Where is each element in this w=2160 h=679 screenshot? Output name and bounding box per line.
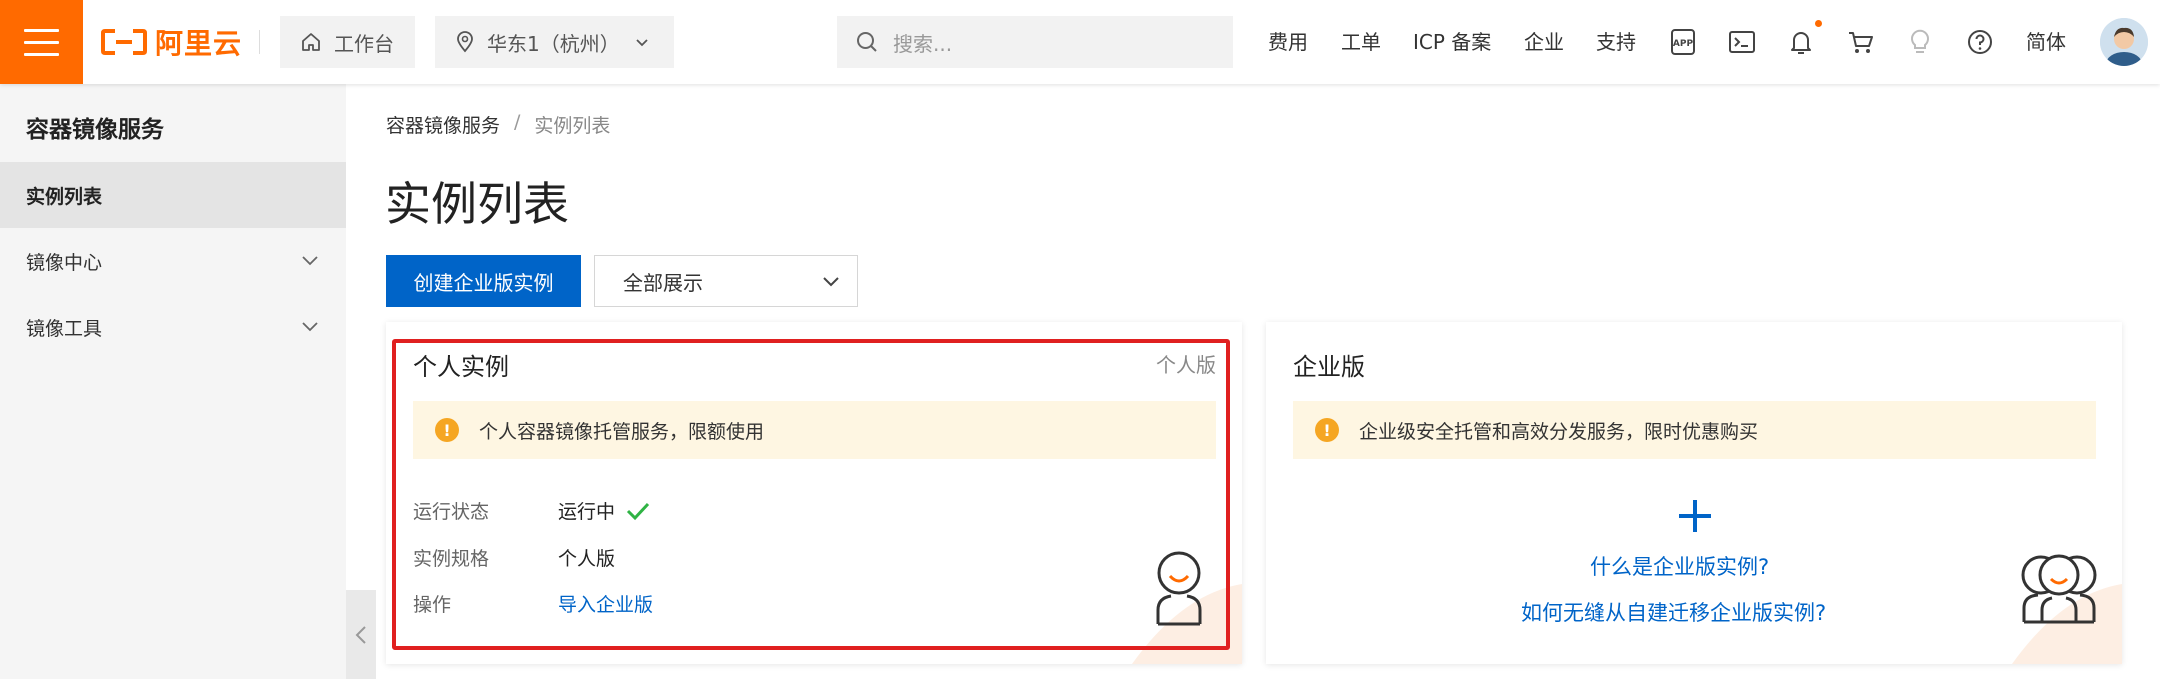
- spec-value: 个人版: [558, 548, 616, 570]
- nav-enterprise[interactable]: 企业: [1524, 26, 1564, 55]
- filter-select[interactable]: 全部展示: [594, 255, 858, 307]
- filter-select-value: 全部展示: [623, 270, 703, 295]
- search-placeholder: 搜索...: [893, 31, 953, 56]
- region-label: 华东1（杭州）: [487, 31, 620, 56]
- breadcrumb-separator: /: [514, 111, 521, 133]
- svg-text:APP: APP: [1673, 39, 1694, 49]
- cart-icon[interactable]: [1846, 27, 1876, 57]
- personal-mascot-icon: [1156, 551, 1202, 626]
- breadcrumb-current: 实例列表: [534, 115, 611, 137]
- logo-text: 阿里云: [155, 27, 243, 60]
- personal-instance-card[interactable]: 个人实例 个人版 ! 个人容器镜像托管服务，限额使用 运行状态 运行中 实例规格…: [386, 322, 1242, 664]
- aliyun-logo[interactable]: 阿里云: [101, 22, 242, 62]
- language-switch[interactable]: 简体: [2026, 26, 2066, 55]
- sidebar: 容器镜像服务 实例列表 镜像中心 镜像工具: [0, 84, 346, 679]
- enterprise-mascot-icon: [2021, 554, 2097, 624]
- help-icon[interactable]: [1965, 27, 1995, 57]
- menu-icon[interactable]: [0, 0, 83, 84]
- user-avatar-icon: [2100, 18, 2148, 66]
- nav-tickets[interactable]: 工单: [1341, 26, 1381, 55]
- breadcrumb-parent[interactable]: 容器镜像服务: [386, 111, 500, 138]
- app-icon[interactable]: APP: [1668, 27, 1698, 57]
- status-value: 运行中: [558, 497, 651, 524]
- notice-text: 个人容器镜像托管服务，限额使用: [479, 420, 765, 443]
- notification-badge: [1815, 20, 1822, 27]
- avatar[interactable]: [2100, 18, 2148, 66]
- chevron-down-icon: [823, 277, 839, 287]
- sidebar-item-image-tools[interactable]: 镜像工具: [0, 294, 346, 360]
- action-key: 操作: [413, 594, 452, 616]
- migrate-enterprise-link[interactable]: 如何无缝从自建迁移企业版实例?: [1521, 597, 1826, 627]
- page-title: 实例列表: [385, 177, 569, 231]
- chevron-down-icon: [302, 256, 318, 266]
- chevron-down-icon: [302, 322, 318, 332]
- notice-text: 企业级安全托管和高效分发服务，限时优惠购买: [1359, 420, 1759, 443]
- sidebar-item-label: 实例列表: [26, 185, 103, 208]
- search-icon: [857, 32, 877, 52]
- region-selector[interactable]: 华东1（杭州）: [435, 16, 674, 68]
- breadcrumb: 容器镜像服务 / 实例列表: [386, 111, 610, 138]
- top-bar: 阿里云 工作台 华东1（杭州） 搜索... 费用 工单 ICP 备案 企业 支持…: [0, 0, 2160, 84]
- bell-icon[interactable]: [1786, 27, 1816, 57]
- what-is-enterprise-link[interactable]: 什么是企业版实例?: [1590, 551, 1769, 581]
- warning-icon: !: [435, 418, 459, 442]
- card-tag: 个人版: [1156, 353, 1216, 377]
- import-enterprise-link[interactable]: 导入企业版: [558, 590, 653, 617]
- aliyun-logo-mark-icon: [101, 29, 147, 55]
- sidebar-item-label: 镜像中心: [26, 251, 103, 274]
- workbench-label: 工作台: [334, 31, 394, 56]
- chevron-down-icon: [636, 39, 648, 47]
- warning-icon: !: [1315, 418, 1339, 442]
- sidebar-item-image-center[interactable]: 镜像中心: [0, 228, 346, 294]
- divider: [259, 30, 260, 54]
- status-key: 运行状态: [413, 501, 490, 523]
- card-title: 个人实例: [413, 353, 509, 381]
- create-enterprise-instance-button[interactable]: 创建企业版实例: [386, 255, 581, 307]
- sidebar-item-label: 镜像工具: [26, 317, 103, 340]
- nav-icp[interactable]: ICP 备案: [1413, 26, 1491, 55]
- card-title: 企业版: [1293, 353, 1365, 381]
- nav-support[interactable]: 支持: [1596, 26, 1636, 55]
- status-text: 运行中: [558, 501, 616, 523]
- terminal-icon[interactable]: [1727, 27, 1757, 57]
- chevron-left-icon: [355, 625, 366, 644]
- bulb-icon[interactable]: [1905, 27, 1935, 57]
- check-icon: [626, 502, 650, 520]
- plus-icon[interactable]: [1675, 496, 1715, 536]
- sidebar-item-instances[interactable]: 实例列表: [0, 162, 346, 228]
- notice-banner: ! 企业级安全托管和高效分发服务，限时优惠购买: [1293, 401, 2096, 459]
- sidebar-collapse-button[interactable]: [346, 590, 376, 679]
- sidebar-title: 容器镜像服务: [26, 117, 164, 143]
- nav-fees[interactable]: 费用: [1268, 26, 1308, 55]
- search-input[interactable]: 搜索...: [837, 16, 1233, 68]
- location-pin-icon: [457, 31, 473, 53]
- home-icon: [302, 33, 320, 51]
- notice-banner: ! 个人容器镜像托管服务，限额使用: [413, 401, 1216, 459]
- workbench-button[interactable]: 工作台: [280, 16, 415, 68]
- spec-key: 实例规格: [413, 548, 490, 570]
